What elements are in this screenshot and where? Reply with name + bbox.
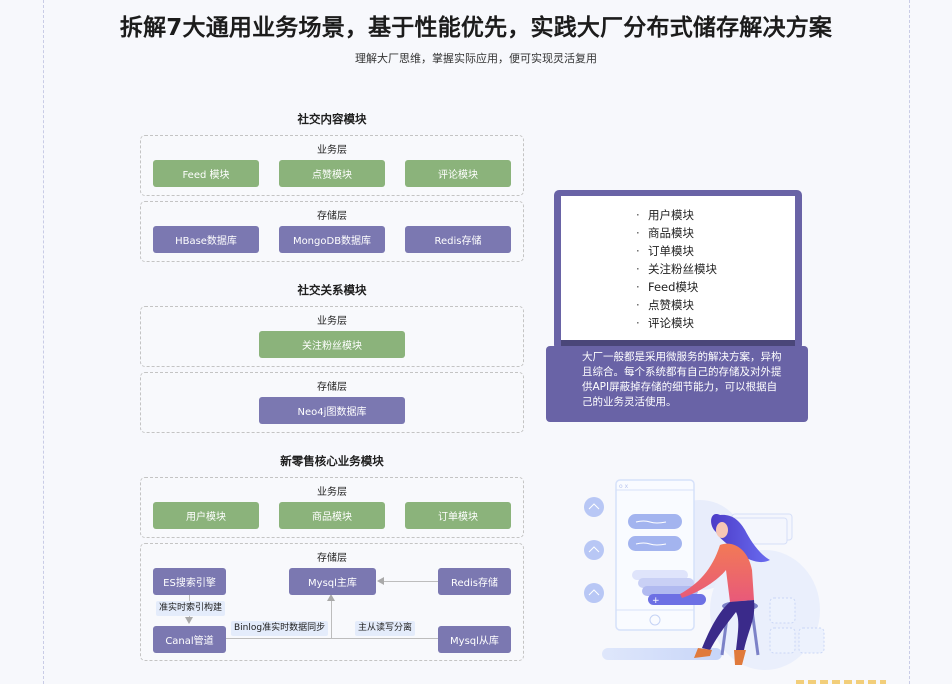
module-list-item: · 订单模块 <box>636 244 694 258</box>
right-guide-line <box>909 0 910 684</box>
follow-module-box: 关注粉丝模块 <box>259 331 405 358</box>
left-guide-line <box>43 0 44 684</box>
face <box>716 522 728 538</box>
module-list-item: · 评论模块 <box>636 316 694 330</box>
dotted-block <box>769 597 796 624</box>
dotted-block <box>769 627 796 654</box>
edge-label-binlog-sync: Binlog准实时数据同步 <box>231 621 329 636</box>
hbase-box: HBase数据库 <box>153 226 259 253</box>
svg-text:+: + <box>652 596 660 606</box>
up-chevron-icon <box>584 583 604 603</box>
phone-outline <box>615 479 695 631</box>
layer-label: 存储层 <box>317 553 347 564</box>
mysql-master-box: Mysql主库 <box>289 568 376 595</box>
product-module-box: 商品模块 <box>279 502 385 529</box>
module-list-item: · 点赞模块 <box>636 298 694 312</box>
arrow-down-icon <box>185 617 193 624</box>
section-title-retail-core: 新零售核心业务模块 <box>280 454 384 468</box>
page-title: 拆解7大通用业务场景，基于性能优先，实践大厂分布式储存解决方案 <box>119 15 833 41</box>
layer-label: 业务层 <box>317 487 347 498</box>
arrow-left-icon <box>377 577 384 585</box>
layer-label: 业务层 <box>317 145 347 156</box>
neo4j-box: Neo4j图数据库 <box>259 397 405 424</box>
edge-label-read-write-split: 主从读写分离 <box>355 621 416 636</box>
woman-with-phone-illustration: o x + <box>584 479 825 670</box>
module-list-item: · 用户模块 <box>636 208 694 222</box>
module-list-item: · 商品模块 <box>636 226 694 240</box>
module-list-item: · Feed模块 <box>636 280 699 294</box>
laptop-description: 大厂一般都是采用微服务的解决方案，异构且综合。每个系统都有自己的存储及对外提供A… <box>582 351 782 408</box>
redis-storage-box: Redis存储 <box>438 568 511 595</box>
user-module-box: 用户模块 <box>153 502 259 529</box>
comment-module-box: 评论模块 <box>405 160 511 187</box>
up-chevron-icon <box>584 497 604 517</box>
up-chevron-icon <box>584 540 604 560</box>
feed-module-box: Feed 模块 <box>153 160 259 187</box>
phone-window-controls: o x <box>619 483 629 490</box>
layer-label: 存储层 <box>317 382 347 393</box>
mysql-slave-box: Mysql从库 <box>438 626 511 653</box>
page-subtitle: 理解大厂思维，掌握实际应用，便可实现灵活复用 <box>355 52 597 65</box>
canal-slave-line <box>226 638 438 639</box>
canal-box: Canal管道 <box>153 626 226 653</box>
arrow-up-icon <box>327 594 335 601</box>
clipped-footer-strip <box>796 680 886 684</box>
redis-box: Redis存储 <box>405 226 511 253</box>
mongodb-box: MongoDB数据库 <box>279 226 385 253</box>
layer-label: 业务层 <box>317 316 347 327</box>
to-master-line <box>331 599 332 638</box>
order-module-box: 订单模块 <box>405 502 511 529</box>
layer-label: 存储层 <box>317 211 347 222</box>
module-list: · 用户模块 · 商品模块 · 订单模块 · 关注粉丝模块 · Feed模块 · 点赞模块 … <box>636 206 717 332</box>
edge-label-index-build: 准实时索引构建 <box>156 601 226 616</box>
redis-master-line <box>384 581 438 582</box>
dotted-block <box>798 627 825 654</box>
es-search-box: ES搜索引擎 <box>153 568 226 595</box>
section-title-social-content: 社交内容模块 <box>297 112 367 126</box>
section-title-social-relation: 社交关系模块 <box>297 283 367 297</box>
module-list-item: · 关注粉丝模块 <box>636 262 717 276</box>
like-module-box: 点赞模块 <box>279 160 385 187</box>
